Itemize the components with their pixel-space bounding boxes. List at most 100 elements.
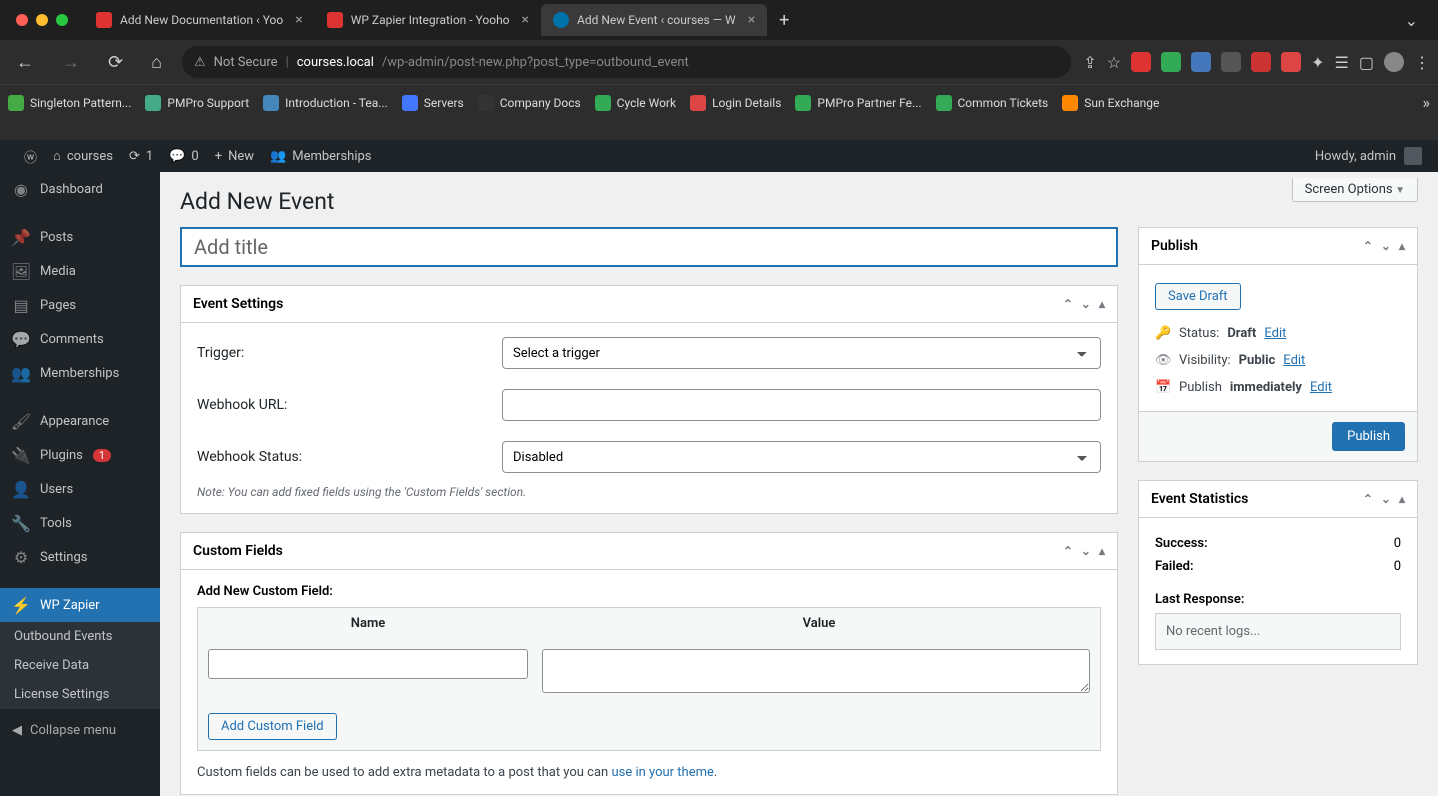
bookmark-item[interactable]: Servers [402,95,464,111]
admin-sidebar: ◉Dashboard 📌Posts 🖼Media ▤Pages 💬Comment… [0,172,160,796]
bookmark-item[interactable]: PMPro Partner Fe... [795,95,921,111]
close-window-button[interactable] [16,14,28,26]
extension-icon[interactable] [1251,52,1271,72]
event-statistics-box: Event Statistics ⌃ ⌄ ▴ Success:0 Failed:… [1138,480,1418,665]
move-down-icon[interactable]: ⌄ [1081,544,1091,558]
memberships-button[interactable]: 👥Memberships [262,140,379,172]
profile-avatar[interactable] [1384,52,1404,72]
submenu-license-settings[interactable]: License Settings [0,680,160,709]
collapse-menu-button[interactable]: ◀Collapse menu [0,715,160,746]
move-down-icon[interactable]: ⌄ [1381,239,1391,253]
home-button[interactable]: ⌂ [143,48,170,77]
updates-button[interactable]: ⟳1 [121,140,161,172]
sidebar-item-dashboard[interactable]: ◉Dashboard [0,172,160,206]
site-name-button[interactable]: ⌂courses [45,140,121,172]
media-icon: 🖼 [12,262,30,280]
comments-button[interactable]: 💬0 [161,140,207,172]
sidebar-item-settings[interactable]: ⚙Settings [0,540,160,574]
extension-icon[interactable] [1191,52,1211,72]
screen-options-button[interactable]: Screen Options [1292,178,1418,202]
bookmark-item[interactable]: Singleton Pattern... [8,95,131,111]
edit-status-link[interactable]: Edit [1264,326,1286,341]
back-button[interactable]: ← [8,48,42,77]
bookmarks-bar: Singleton Pattern... PMPro Support Intro… [0,84,1438,120]
response-log: No recent logs... [1155,613,1401,650]
close-tab-icon[interactable]: × [522,12,529,28]
close-tab-icon[interactable]: × [748,12,755,28]
custom-fields-help: Custom fields can be used to add extra m… [197,765,1101,780]
wordpress-icon: ⓦ [24,147,37,166]
extension-icon[interactable] [1281,52,1301,72]
move-up-icon[interactable]: ⌃ [1063,297,1073,311]
sidebar-item-users[interactable]: 👤Users [0,472,160,506]
bookmark-item[interactable]: Sun Exchange [1062,95,1159,111]
move-up-icon[interactable]: ⌃ [1063,544,1073,558]
tabs-overflow-icon[interactable]: ⌄ [1393,11,1430,30]
toggle-icon[interactable]: ▴ [1399,239,1405,253]
security-status: Not Secure [214,55,278,70]
extension-icon[interactable] [1131,52,1151,72]
extension-icon[interactable] [1161,52,1181,72]
browser-tab-0[interactable]: Add New Documentation ‹ Yoo × [84,4,315,36]
bookmark-item[interactable]: Introduction - Tea... [263,95,388,111]
edit-schedule-link[interactable]: Edit [1310,380,1332,395]
move-up-icon[interactable]: ⌃ [1363,239,1373,253]
browser-tab-2[interactable]: Add New Event ‹ courses — W × [541,4,767,36]
cf-value-input[interactable] [542,649,1090,693]
sidebar-item-appearance[interactable]: 🖌Appearance [0,404,160,438]
sidebar-item-plugins[interactable]: 🔌Plugins1 [0,438,160,472]
extension-icon[interactable] [1221,52,1241,72]
webhook-status-select[interactable]: Disabled [502,441,1101,473]
trigger-select[interactable]: Select a trigger [502,337,1101,369]
minimize-window-button[interactable] [36,14,48,26]
new-content-button[interactable]: +New [207,140,262,172]
share-icon[interactable]: ⇪ [1083,53,1096,72]
post-title-input[interactable] [180,227,1118,267]
extensions-icon[interactable]: ✦ [1311,53,1324,72]
move-down-icon[interactable]: ⌄ [1381,492,1391,506]
panel-icon[interactable]: ▢ [1359,53,1374,72]
toggle-icon[interactable]: ▴ [1399,492,1405,506]
event-settings-note: Note: You can add fixed fields using the… [197,485,1101,499]
sidebar-item-wp-zapier[interactable]: ⚡WP Zapier [0,588,160,622]
add-custom-field-button[interactable]: Add Custom Field [208,713,337,740]
bookmark-item[interactable]: Company Docs [478,95,581,111]
toggle-icon[interactable]: ▴ [1099,297,1105,311]
submenu-outbound-events[interactable]: Outbound Events [0,622,160,651]
sidebar-item-memberships[interactable]: 👥Memberships [0,356,160,390]
bookmark-item[interactable]: Common Tickets [936,95,1049,111]
user-menu[interactable]: Howdy, admin [1315,147,1422,165]
sidebar-item-posts[interactable]: 📌Posts [0,220,160,254]
bookmark-item[interactable]: PMPro Support [145,95,249,111]
save-draft-button[interactable]: Save Draft [1155,283,1241,310]
submenu-receive-data[interactable]: Receive Data [0,651,160,680]
toggle-icon[interactable]: ▴ [1099,544,1105,558]
sidebar-item-comments[interactable]: 💬Comments [0,322,160,356]
maximize-window-button[interactable] [56,14,68,26]
star-icon[interactable]: ☆ [1107,53,1121,72]
wp-logo-button[interactable]: ⓦ [16,140,45,172]
url-bar[interactable]: ⚠ Not Secure | courses.local/wp-admin/po… [182,46,1071,78]
sidebar-item-tools[interactable]: 🔧Tools [0,506,160,540]
bookmark-item[interactable]: Login Details [690,95,781,111]
reload-button[interactable]: ⟳ [100,48,131,77]
menu-icon[interactable]: ⋮ [1414,53,1430,72]
webhook-url-input[interactable] [502,389,1101,421]
window-controls [16,14,68,26]
forward-button[interactable]: → [54,48,88,77]
sidebar-item-media[interactable]: 🖼Media [0,254,160,288]
bookmark-item[interactable]: Cycle Work [595,95,676,111]
cf-name-input[interactable] [208,649,528,679]
browser-tab-1[interactable]: WP Zapier Integration - Yooho × [315,4,541,36]
bookmarks-overflow-icon[interactable]: » [1423,93,1431,112]
webhook-status-label: Webhook Status: [197,449,502,465]
theme-docs-link[interactable]: use in your theme [611,765,713,780]
close-tab-icon[interactable]: × [295,12,302,28]
sidebar-item-pages[interactable]: ▤Pages [0,288,160,322]
new-tab-button[interactable]: + [767,10,801,31]
move-up-icon[interactable]: ⌃ [1363,492,1373,506]
move-down-icon[interactable]: ⌄ [1081,297,1091,311]
edit-visibility-link[interactable]: Edit [1283,353,1305,368]
publish-button[interactable]: Publish [1332,422,1405,451]
reading-list-icon[interactable]: ☰ [1335,53,1349,72]
